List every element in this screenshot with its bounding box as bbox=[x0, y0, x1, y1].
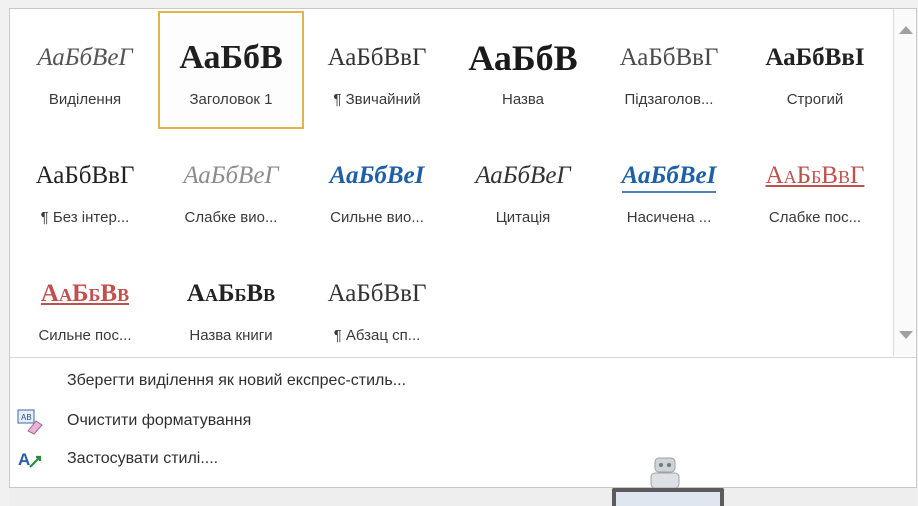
style-preview: АаБбВвІ bbox=[765, 44, 865, 71]
style-preview: АаБбВвГ bbox=[327, 280, 427, 307]
style-intense-quote[interactable]: АаБбВеІ Насичена ... bbox=[596, 129, 742, 247]
clear-formatting-icon: AB bbox=[16, 407, 44, 435]
style-preview: АаБбВеГ bbox=[37, 44, 133, 71]
command-label: Застосувати стилі.... bbox=[67, 450, 219, 467]
style-book-title[interactable]: АаБбВв Назва книги bbox=[158, 247, 304, 365]
style-preview: АаБбВеІ bbox=[596, 151, 742, 201]
style-viddilennya[interactable]: АаБбВеГ Виділення bbox=[12, 11, 158, 129]
style-label: Підзаголов... bbox=[624, 91, 714, 108]
style-label: Назва книги bbox=[189, 327, 273, 344]
style-title[interactable]: АаБбВ Назва bbox=[450, 11, 596, 129]
style-label: Виділення bbox=[48, 91, 122, 108]
style-preview: АаБбВеГ bbox=[475, 162, 571, 189]
style-label: Назва bbox=[501, 91, 545, 108]
style-no-spacing[interactable]: АаБбВвГ ¶ Без інтер... bbox=[12, 129, 158, 247]
style-label: Слабке вио... bbox=[184, 209, 278, 226]
command-label: Очистити форматування bbox=[67, 412, 252, 429]
gallery-scrollbar[interactable] bbox=[893, 9, 916, 356]
panel-footer bbox=[9, 488, 917, 506]
quick-styles-panel: АаБбВеГ Виділення АаБбВ Заголовок 1 АаБб… bbox=[9, 8, 917, 488]
svg-text:AB: AB bbox=[21, 413, 32, 422]
style-preview: АаБбВеІ bbox=[329, 162, 425, 189]
scroll-down-icon[interactable] bbox=[899, 331, 913, 339]
robot-icon bbox=[645, 456, 685, 490]
style-quote[interactable]: АаБбВеГ Цитація bbox=[450, 129, 596, 247]
style-preview: АаБбВв bbox=[40, 280, 130, 307]
style-label: Насичена ... bbox=[626, 209, 712, 226]
style-subtle-reference[interactable]: АаБбВвГ Слабке пос... bbox=[742, 129, 888, 247]
style-list-paragraph[interactable]: АаБбВвГ ¶ Абзац сп... bbox=[304, 247, 450, 365]
command-label: Зберегти виділення як новий експрес-стил… bbox=[67, 372, 407, 389]
style-label: Слабке пос... bbox=[768, 209, 862, 226]
style-label: Цитація bbox=[495, 209, 551, 226]
style-preview-text: АаБбВеІ bbox=[621, 162, 717, 193]
clear-formatting-command[interactable]: AB Очистити форматування bbox=[10, 403, 916, 439]
style-preview: АаБбВвГ bbox=[619, 44, 719, 71]
style-intense-reference[interactable]: АаБбВв Сильне пос... bbox=[12, 247, 158, 365]
style-label: ¶ Звичайний bbox=[333, 91, 421, 108]
style-label: Заголовок 1 bbox=[189, 91, 273, 108]
style-preview: АаБбВвГ bbox=[35, 162, 135, 189]
style-preview: АаБбВв bbox=[186, 280, 276, 307]
style-subtle-emphasis[interactable]: АаБбВеГ Слабке вио... bbox=[158, 129, 304, 247]
apply-styles-icon: A bbox=[16, 445, 44, 473]
style-preview: АаБбВвГ bbox=[327, 44, 427, 71]
style-label: Строгий bbox=[786, 91, 844, 108]
scroll-up-icon[interactable] bbox=[899, 26, 913, 34]
style-preview: АаБбВ bbox=[179, 39, 283, 76]
style-intense-emphasis[interactable]: АаБбВеІ Сильне вио... bbox=[304, 129, 450, 247]
style-label: Сильне пос... bbox=[38, 327, 132, 344]
style-preview: АаБбВ bbox=[468, 38, 578, 78]
style-subtitle[interactable]: АаБбВвГ Підзаголов... bbox=[596, 11, 742, 129]
style-preview: АаБбВвГ bbox=[765, 162, 865, 189]
resize-grip[interactable] bbox=[612, 488, 724, 506]
menu-separator bbox=[10, 357, 916, 358]
style-normal[interactable]: АаБбВвГ ¶ Звичайний bbox=[304, 11, 450, 129]
apply-styles-command[interactable]: A Застосувати стилі.... bbox=[10, 441, 916, 477]
styles-gallery: АаБбВеГ Виділення АаБбВ Заголовок 1 АаБб… bbox=[10, 9, 893, 356]
save-selection-as-style-command[interactable]: Зберегти виділення як новий експрес-стил… bbox=[10, 363, 916, 399]
style-heading-1[interactable]: АаБбВ Заголовок 1 bbox=[158, 11, 304, 129]
style-label: ¶ Без інтер... bbox=[40, 209, 130, 226]
style-label: ¶ Абзац сп... bbox=[333, 327, 421, 344]
style-preview: АаБбВеГ bbox=[183, 162, 279, 189]
svg-text:A: A bbox=[18, 450, 30, 469]
style-label: Сильне вио... bbox=[330, 209, 424, 226]
style-strong[interactable]: АаБбВвІ Строгий bbox=[742, 11, 888, 129]
